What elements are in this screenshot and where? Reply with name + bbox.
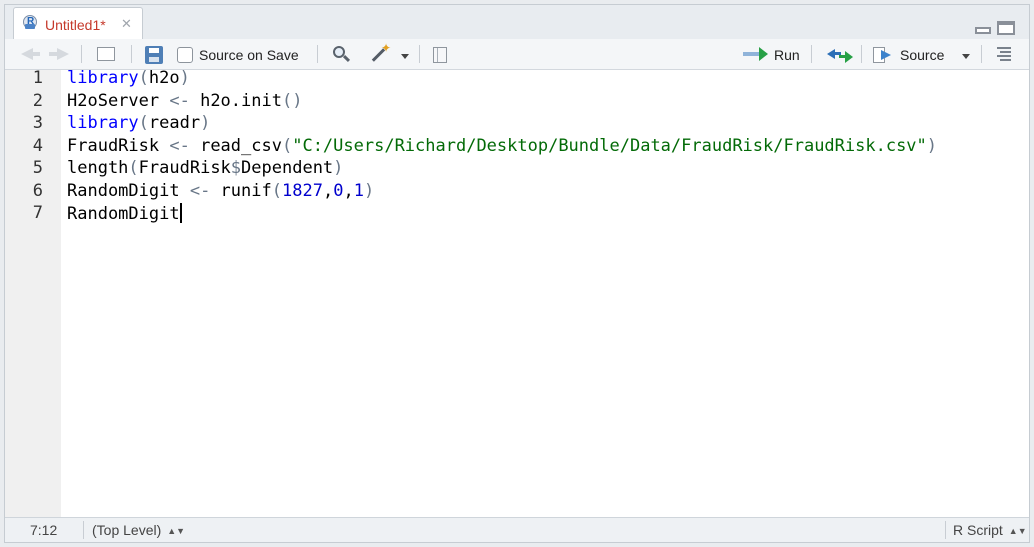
- toolbar-separator: [131, 45, 132, 63]
- source-dropdown-caret[interactable]: [962, 54, 970, 59]
- code-token: h2o: [148, 68, 180, 88]
- code-token: Dependent: [241, 158, 334, 178]
- code-token: read_csv: [189, 135, 282, 156]
- updown-icon: ▲▼: [167, 526, 186, 536]
- magic-wand-sparkle: ✦: [381, 41, 392, 55]
- toolbar-separator: [317, 45, 318, 63]
- toolbar-separator: [419, 45, 420, 63]
- source-on-save-checkbox[interactable]: [177, 47, 193, 63]
- code-token: (: [128, 158, 139, 178]
- line-number: 4: [32, 135, 43, 156]
- code-token: FraudRisk: [138, 158, 231, 178]
- save-icon[interactable]: [145, 46, 163, 64]
- code-token: RandomDigit: [67, 204, 180, 224]
- toolbar-separator: [81, 45, 82, 63]
- code-line[interactable]: H2oServer <- h2o.init(): [67, 91, 302, 111]
- code-token: FraudRisk: [67, 135, 170, 156]
- code-line[interactable]: length(FraudRisk$Dependent): [67, 158, 343, 178]
- line-number: 5: [32, 158, 43, 178]
- source-button[interactable]: Source: [900, 47, 944, 63]
- code-token: ): [926, 135, 938, 156]
- minimize-pane-icon[interactable]: [975, 27, 991, 34]
- search-icon-handle: [342, 54, 351, 63]
- tab-title: Untitled1*: [45, 17, 106, 33]
- code-token: (): [281, 90, 303, 111]
- status-bar: 7:12 (Top Level) ▲▼ R Script ▲▼: [5, 517, 1029, 542]
- code-token: library: [67, 68, 139, 88]
- cursor-position: 7:12: [30, 522, 58, 538]
- editor-tab-bar: R Untitled1* ✕: [5, 5, 1029, 40]
- code-token: 1: [353, 180, 364, 201]
- r-file-badge: [25, 24, 35, 29]
- line-number: 1: [32, 68, 43, 88]
- maximize-pane-icon[interactable]: [997, 21, 1015, 35]
- code-token: (: [138, 113, 149, 133]
- code-line[interactable]: library(h2o): [67, 68, 190, 88]
- code-token: runif: [210, 180, 272, 201]
- code-tools-dropdown-caret[interactable]: [401, 54, 409, 59]
- code-token: $: [230, 158, 242, 178]
- status-divider: [945, 521, 946, 539]
- line-number: 3: [32, 113, 43, 133]
- outline-icon[interactable]: [997, 47, 1013, 61]
- scope-label: (Top Level): [92, 522, 162, 538]
- forward-arrow-icon[interactable]: [57, 48, 69, 60]
- run-arrow-icon[interactable]: [743, 47, 769, 61]
- code-token: ): [363, 180, 375, 201]
- show-in-new-window-icon[interactable]: [97, 47, 115, 61]
- code-token: h2o.init: [189, 90, 282, 111]
- code-token: H2oServer: [67, 90, 170, 111]
- code-token: (: [271, 180, 282, 201]
- source-editor-pane: R Untitled1* ✕ Source on Save ✦ Run Sour…: [4, 4, 1030, 543]
- forward-arrow-shaft: [49, 52, 57, 56]
- code-token: library: [67, 113, 139, 133]
- code-token: ): [179, 68, 190, 88]
- code-token: (: [281, 135, 293, 156]
- code-token: <-: [169, 135, 190, 156]
- line-number: 7: [32, 203, 43, 223]
- code-token: "C:/Users/Richard/Desktop/Bundle/Data/Fr…: [292, 135, 927, 156]
- line-number: 2: [32, 90, 43, 111]
- window-controls: [971, 21, 1015, 35]
- back-arrow-shaft: [32, 52, 40, 56]
- source-on-save-label[interactable]: Source on Save: [199, 47, 299, 63]
- code-token: ): [200, 113, 211, 133]
- line-number: 6: [32, 180, 43, 201]
- status-divider: [83, 521, 84, 539]
- code-token: readr: [148, 113, 201, 133]
- code-line[interactable]: RandomDigit: [67, 203, 182, 224]
- compile-notebook-icon[interactable]: [433, 47, 447, 63]
- editor-tab-untitled1[interactable]: R Untitled1* ✕: [13, 7, 143, 39]
- code-token: <-: [189, 180, 211, 201]
- code-token: <-: [169, 90, 190, 111]
- toolbar-separator: [811, 45, 812, 63]
- toolbar-separator: [861, 45, 862, 63]
- code-token: RandomDigit: [67, 180, 190, 201]
- code-line[interactable]: FraudRisk <- read_csv("C:/Users/Richard/…: [67, 136, 937, 156]
- code-line[interactable]: RandomDigit <- runif(1827,0,1): [67, 181, 374, 201]
- rerun-icon[interactable]: [827, 47, 853, 63]
- code-token: ,: [322, 180, 334, 201]
- code-token: ,: [343, 180, 354, 201]
- code-line[interactable]: library(readr): [67, 113, 210, 133]
- updown-icon: ▲▼: [1008, 526, 1027, 536]
- toolbar-separator: [981, 45, 982, 63]
- text-cursor: [179, 203, 182, 223]
- run-button[interactable]: Run: [774, 47, 800, 63]
- code-token: 0: [333, 180, 344, 201]
- close-tab-icon[interactable]: ✕: [121, 16, 132, 32]
- code-token: ): [333, 158, 344, 178]
- file-type-selector[interactable]: R Script ▲▼: [953, 522, 1027, 538]
- source-icon[interactable]: [873, 47, 893, 63]
- editor-toolbar: Source on Save ✦ Run Source: [5, 39, 1029, 70]
- scope-selector[interactable]: (Top Level) ▲▼: [92, 522, 185, 538]
- code-token: (: [138, 68, 149, 88]
- file-type-label: R Script: [953, 522, 1003, 538]
- code-token: 1827: [281, 180, 323, 201]
- code-token: length: [67, 158, 129, 178]
